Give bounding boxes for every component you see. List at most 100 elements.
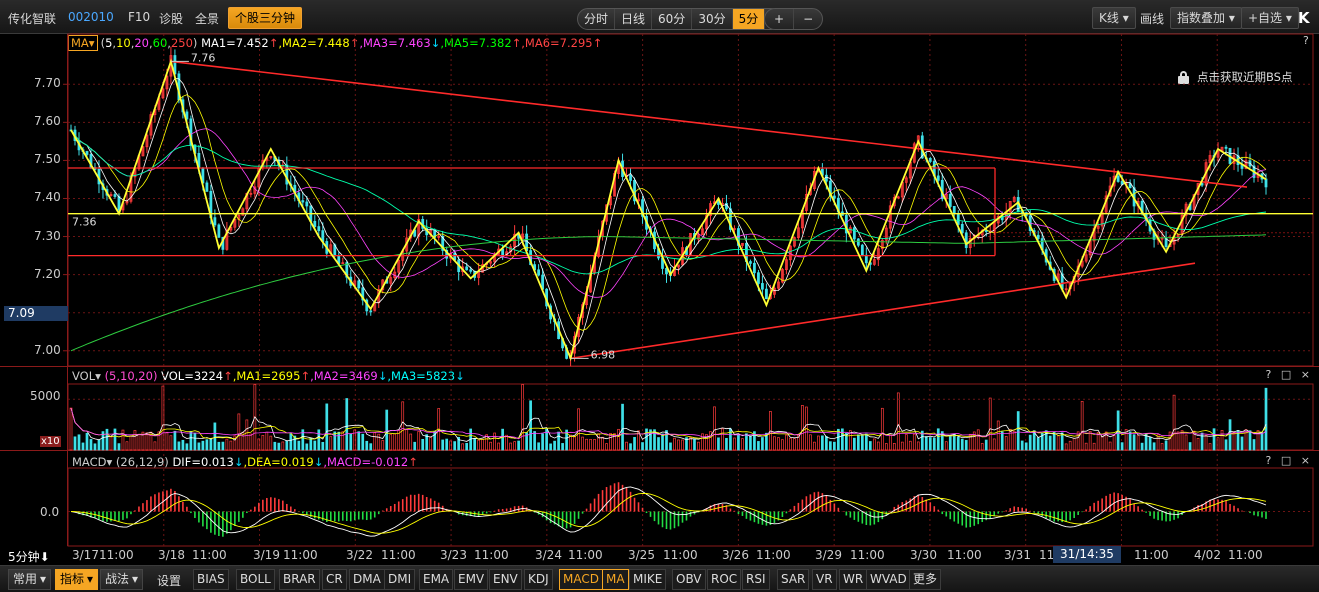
- indicator-tab-macd[interactable]: MACD: [559, 569, 603, 590]
- price-tick-label: 7.50: [34, 152, 61, 167]
- volume-bar: [1228, 419, 1232, 451]
- indicator-tab-env[interactable]: ENV: [489, 569, 522, 590]
- indicator-tab-rsi[interactable]: RSI: [742, 569, 770, 590]
- volume-bar: [976, 429, 980, 451]
- indicator-tab-更多[interactable]: 更多: [909, 569, 942, 590]
- indicator-tab-vr[interactable]: VR: [812, 569, 837, 590]
- candle-body: [205, 182, 209, 192]
- indicator-tab-kdj[interactable]: KDJ: [524, 569, 553, 590]
- volume-bar: [864, 433, 868, 451]
- volume-bar: [1088, 431, 1092, 451]
- indicator-tab-wr[interactable]: WR: [839, 569, 868, 590]
- volume-bar: [1140, 442, 1144, 451]
- volume-bar: [601, 436, 604, 451]
- volume-bar: [273, 441, 277, 451]
- volume-bar: [413, 441, 417, 451]
- volume-bar: [876, 441, 880, 451]
- bottom-tab-2[interactable]: 战法 ▾: [100, 569, 144, 590]
- volume-bar: [585, 438, 588, 451]
- volume-bar: [381, 440, 385, 451]
- volume-bar: [912, 433, 916, 451]
- volume-bar: [441, 439, 445, 451]
- volume-bar: [517, 440, 520, 451]
- bottom-tab-label: 指标: [60, 572, 85, 586]
- volume-bar: [581, 436, 584, 451]
- indicator-tab-sar[interactable]: SAR: [777, 569, 810, 590]
- volume-bar: [161, 385, 165, 451]
- volume-bar: [173, 430, 177, 451]
- volume-bar: [133, 430, 137, 451]
- volume-bar: [221, 441, 225, 451]
- volume-bar: [129, 435, 133, 451]
- volume-bar: [85, 432, 89, 451]
- kline-chart[interactable]: 7.76 6.98 7.36: [0, 0, 1319, 565]
- volume-bar: [677, 439, 680, 451]
- volume-bar: [401, 401, 405, 451]
- volume-bar: [509, 442, 512, 451]
- macd-lines: [70, 486, 1267, 537]
- time-tick-label: 11:00: [192, 548, 227, 562]
- bottom-tab-label: 战法: [105, 572, 130, 586]
- volume-bar: [93, 443, 97, 451]
- volume-bar: [69, 407, 73, 451]
- volume-bar: [113, 428, 117, 451]
- bottom-tab-1[interactable]: 指标 ▾: [55, 569, 99, 590]
- volume-bar: [605, 443, 608, 451]
- volume-bar: [956, 436, 960, 451]
- volume-bar: [741, 438, 744, 451]
- indicator-tab-ema[interactable]: EMA: [419, 569, 454, 590]
- volume-bar: [1128, 431, 1132, 451]
- volume-bar: [1132, 434, 1136, 451]
- volume-bar: [409, 433, 413, 451]
- indicator-tab-ma[interactable]: MA: [602, 569, 629, 590]
- volume-bar: [385, 409, 389, 451]
- volume-bar: [904, 434, 908, 451]
- volume-bars: [69, 384, 1268, 451]
- indicator-tab-dma[interactable]: DMA: [349, 569, 385, 590]
- volume-bar: [313, 440, 317, 451]
- volume-bar: [365, 440, 369, 451]
- indicator-tab-brar[interactable]: BRAR: [279, 569, 320, 590]
- time-tick-label: 3/29: [815, 548, 842, 562]
- volume-bar: [721, 428, 724, 451]
- time-tick-label: 3/31: [1004, 548, 1031, 562]
- volume-bar: [97, 439, 101, 451]
- period-label[interactable]: 5分钟⬇: [8, 548, 50, 565]
- bottom-tab-0[interactable]: 常用 ▾: [8, 569, 52, 590]
- candle-body: [960, 223, 964, 234]
- indicator-tab-emv[interactable]: EMV: [454, 569, 489, 590]
- candle-body: [1116, 175, 1120, 182]
- indicator-tab-boll[interactable]: BOLL: [236, 569, 275, 590]
- volume-bar: [1016, 411, 1020, 451]
- volume-bar: [1060, 432, 1064, 451]
- time-tick-label: 3/26: [722, 548, 749, 562]
- volume-unit-label: x10: [40, 436, 61, 447]
- volume-bar: [745, 433, 748, 451]
- zigzag-path: [70, 58, 1267, 362]
- indicator-tab-obv[interactable]: OBV: [672, 569, 706, 590]
- indicator-tab-mike[interactable]: MIKE: [629, 569, 667, 590]
- volume-bar: [761, 437, 764, 451]
- indicator-tab-wvad[interactable]: WVAD: [866, 569, 911, 590]
- settings-button[interactable]: 设置: [157, 572, 181, 589]
- volume-bar: [1248, 430, 1252, 451]
- volume-bar: [209, 438, 213, 451]
- price-tick-label: 7.00: [34, 342, 61, 357]
- indicator-tab-bias[interactable]: BIAS: [193, 569, 229, 590]
- volume-bar: [793, 438, 796, 451]
- volume-bar: [916, 441, 920, 451]
- volume-bar: [257, 438, 261, 451]
- indicator-tab-roc[interactable]: ROC: [707, 569, 742, 590]
- volume-bar: [829, 441, 832, 451]
- volume-bar: [681, 439, 684, 451]
- volume-bar: [817, 435, 820, 451]
- volume-bar: [573, 436, 576, 451]
- volume-bar: [1152, 442, 1156, 451]
- volume-bar: [553, 440, 556, 451]
- indicator-tab-dmi[interactable]: DMI: [384, 569, 416, 590]
- time-tick-label: 11:00: [756, 548, 791, 562]
- time-tick-label: 11:00: [663, 548, 698, 562]
- volume-bar: [1048, 435, 1052, 451]
- indicator-tab-cr[interactable]: CR: [322, 569, 347, 590]
- volume-bar: [649, 429, 652, 451]
